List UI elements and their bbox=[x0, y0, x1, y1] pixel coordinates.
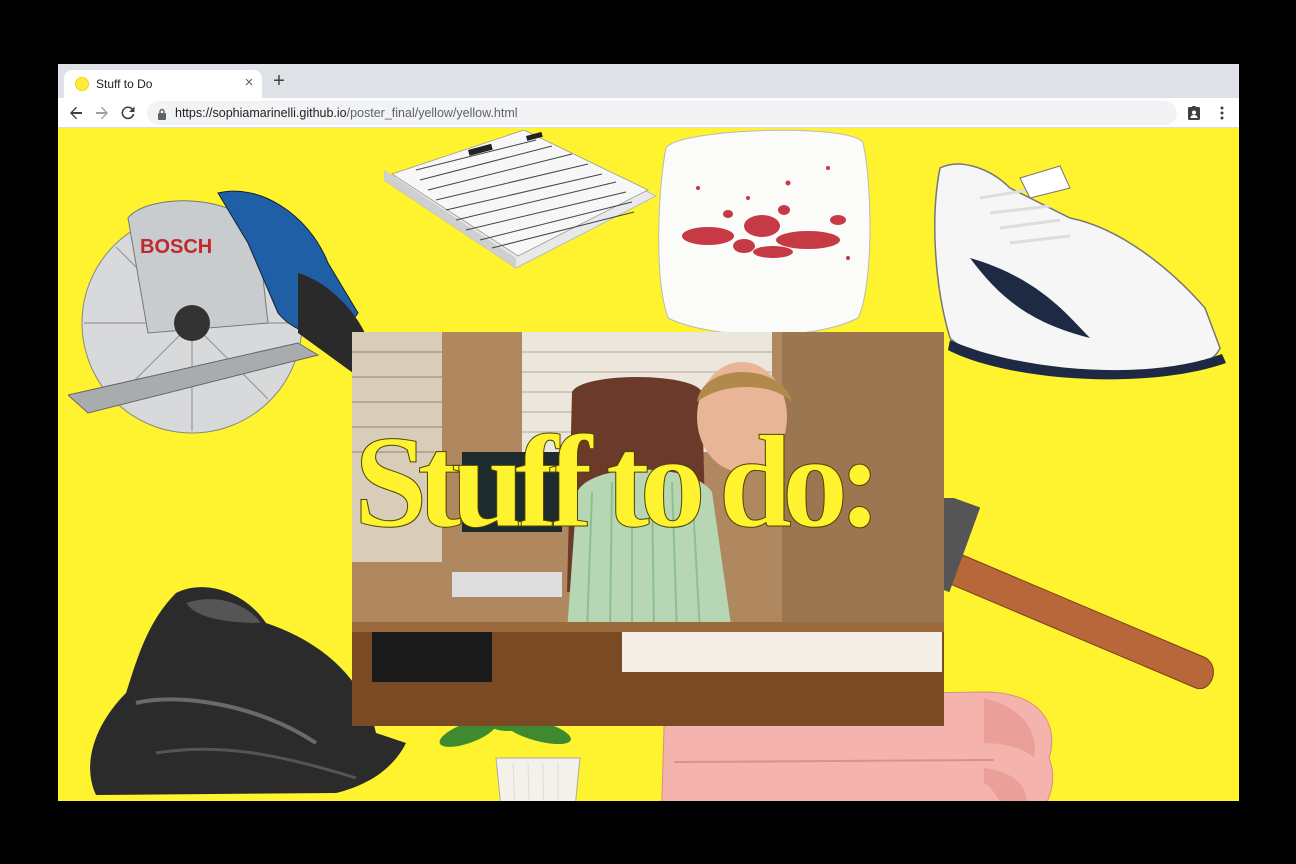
forward-arrow-icon[interactable] bbox=[93, 104, 111, 122]
svg-text:BOSCH: BOSCH bbox=[140, 236, 212, 258]
tax-forms-stack bbox=[382, 130, 658, 269]
reload-icon[interactable] bbox=[119, 104, 137, 122]
url-host: https://sophiamarinelli.github.io bbox=[175, 106, 347, 120]
url-path: /poster_final/yellow/yellow.html bbox=[346, 106, 518, 120]
white-sneaker bbox=[934, 163, 1226, 380]
yellow-dot-icon bbox=[75, 77, 89, 91]
close-tab-icon[interactable]: × bbox=[240, 74, 258, 92]
stained-plate bbox=[658, 129, 871, 336]
back-arrow-icon[interactable] bbox=[67, 104, 85, 122]
extension-icon[interactable] bbox=[1186, 105, 1202, 121]
potted-plant bbox=[439, 715, 581, 801]
url-text[interactable]: https://sophiamarinelli.github.io/poster… bbox=[175, 106, 518, 120]
address-bar[interactable]: https://sophiamarinelli.github.io/poster… bbox=[147, 101, 1177, 125]
new-tab-button[interactable]: + bbox=[270, 71, 288, 91]
lock-icon bbox=[157, 107, 167, 120]
tab-strip: Stuff to Do × + bbox=[58, 64, 1239, 98]
menu-dots-icon[interactable] bbox=[1214, 105, 1230, 121]
web-page: BOSCH Stuff to do: bbox=[58, 128, 1239, 801]
tab-stuff-to-do[interactable]: Stuff to Do × bbox=[64, 70, 262, 98]
page-headline: Stuff to do: bbox=[354, 408, 883, 555]
browser-toolbar: https://sophiamarinelli.github.io/poster… bbox=[58, 98, 1239, 128]
browser-window: Stuff to Do × + https://sophiamarinelli.… bbox=[58, 64, 1239, 801]
tab-title: Stuff to Do bbox=[96, 77, 153, 91]
circular-saw: BOSCH bbox=[68, 190, 373, 434]
